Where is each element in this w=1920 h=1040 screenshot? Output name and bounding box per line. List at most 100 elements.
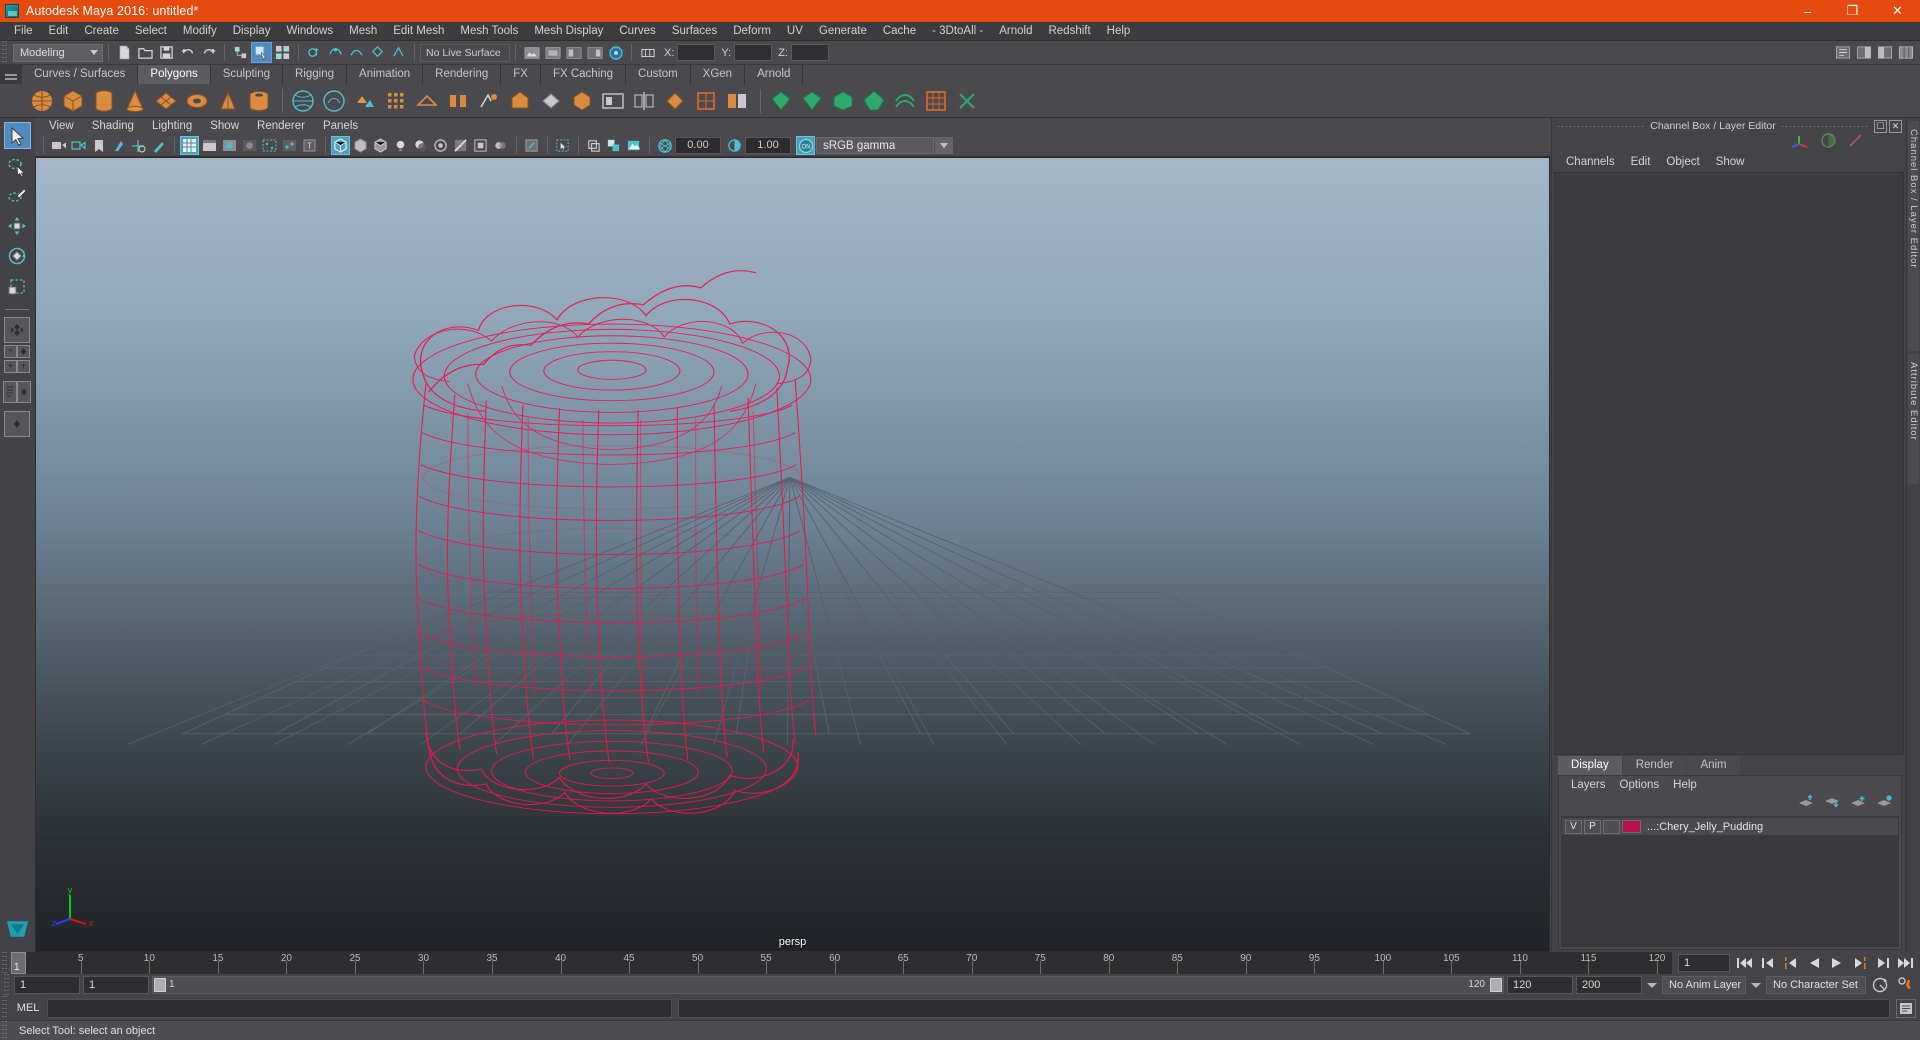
menu-item-file[interactable]: File xyxy=(6,22,41,41)
image-snapshot-icon[interactable] xyxy=(624,136,643,155)
gamma-field[interactable]: 1.00 xyxy=(745,137,791,154)
channel-box-menu-show[interactable]: Show xyxy=(1708,152,1753,172)
snap-to-point-button[interactable] xyxy=(346,42,367,63)
camera-attributes-icon[interactable] xyxy=(69,136,88,155)
poly-cone-icon[interactable] xyxy=(121,87,148,114)
live-surface-field[interactable]: No Live Surface xyxy=(420,43,510,62)
move-layer-down-icon[interactable] xyxy=(1824,795,1841,813)
menu-item-surfaces[interactable]: Surfaces xyxy=(664,22,725,41)
menu-item-modify[interactable]: Modify xyxy=(175,22,225,41)
shelf-tab-xgen[interactable]: XGen xyxy=(690,65,746,84)
render-view-button[interactable] xyxy=(521,42,542,63)
close-icon[interactable]: ✕ xyxy=(1889,119,1902,133)
menu-item-select[interactable]: Select xyxy=(127,22,175,41)
layer-playback-toggle[interactable]: P xyxy=(1584,819,1601,834)
select-by-object-type-button[interactable] xyxy=(251,42,272,63)
extrude-icon[interactable] xyxy=(475,87,502,114)
snap-to-curve-button[interactable] xyxy=(325,42,346,63)
redo-button[interactable] xyxy=(198,42,219,63)
character-set-selector[interactable]: No Character Set xyxy=(1766,976,1866,994)
shelf-tab-custom[interactable]: Custom xyxy=(626,65,691,84)
render-globals-button[interactable] xyxy=(605,42,626,63)
grease-pencil-icon[interactable] xyxy=(149,136,168,155)
smooth-shade-all-icon[interactable] xyxy=(351,136,370,155)
viewport-menu-renderer[interactable]: Renderer xyxy=(248,118,314,135)
layer-menu-help[interactable]: Help xyxy=(1666,776,1704,794)
undo-button[interactable] xyxy=(177,42,198,63)
gamma-icon[interactable] xyxy=(725,136,744,155)
go-to-end-icon[interactable] xyxy=(1896,954,1915,972)
maximize-button[interactable]: ❐ xyxy=(1830,0,1875,22)
show-tool-settings-button[interactable] xyxy=(1874,42,1895,63)
motion-blur-icon[interactable] xyxy=(491,136,510,155)
toggle-transform-fields-button[interactable] xyxy=(637,42,658,63)
irpr-render-button[interactable] xyxy=(542,42,563,63)
bookmark-icon[interactable] xyxy=(89,136,108,155)
paint-select-tool-button[interactable] xyxy=(4,182,31,209)
new-layer-from-selected-icon[interactable] xyxy=(1876,795,1893,813)
uv-editor-icon[interactable] xyxy=(922,87,949,114)
snap-to-view-planes-button[interactable] xyxy=(388,42,409,63)
screen-space-ao-icon[interactable] xyxy=(471,136,490,155)
shelf-tab-polygons[interactable]: Polygons xyxy=(138,65,211,84)
select-tool-button[interactable] xyxy=(3,122,31,149)
shelf-tab-sculpting[interactable]: Sculpting xyxy=(210,65,284,84)
xray-icon[interactable] xyxy=(260,136,279,155)
coord-x-field[interactable] xyxy=(677,44,716,61)
current-time-indicator[interactable]: 1 xyxy=(11,952,26,974)
persp-graph-layout-button[interactable]: + xyxy=(4,360,17,373)
step-back-frame-icon[interactable] xyxy=(1781,954,1800,972)
color-management-selector[interactable]: sRGB gamma xyxy=(816,137,934,154)
viewport-menu-lighting[interactable]: Lighting xyxy=(143,118,201,135)
hypershade-persp-layout-button[interactable] xyxy=(4,411,30,437)
select-by-hierarchy-button[interactable] xyxy=(230,42,251,63)
wireframe-shading-icon[interactable] xyxy=(331,136,350,155)
channel-box-menu-object[interactable]: Object xyxy=(1658,152,1707,172)
uv-cylindrical-icon[interactable] xyxy=(798,87,825,114)
poly-torus-icon[interactable] xyxy=(183,87,210,114)
anim-end-time-field[interactable]: 200 xyxy=(1576,976,1642,994)
resolution-gate-icon[interactable] xyxy=(220,136,239,155)
shelf-tab-curves-surfaces[interactable]: Curves / Surfaces xyxy=(22,65,139,84)
scale-tool-button[interactable] xyxy=(4,272,31,299)
uv-planar-icon[interactable] xyxy=(767,87,794,114)
transform-axis-icon[interactable] xyxy=(1790,133,1810,154)
menu-item-edit[interactable]: Edit xyxy=(41,22,77,41)
undock-icon[interactable]: ☐ xyxy=(1874,119,1887,133)
uv-unfold-icon[interactable] xyxy=(891,87,918,114)
shelf-tab-fx-caching[interactable]: FX Caching xyxy=(540,65,627,84)
current-frame-field[interactable]: 1 xyxy=(1678,954,1730,972)
layer-list[interactable]: V P ...:Chery_Jelly_Pudding xyxy=(1561,816,1899,947)
rangeslider-grip[interactable] xyxy=(2,974,11,996)
exposure-icon[interactable] xyxy=(655,136,674,155)
helpline-grip[interactable] xyxy=(0,1021,9,1040)
shelf-tab-fx[interactable]: FX xyxy=(501,65,541,84)
exposure-field[interactable]: 0.00 xyxy=(675,137,721,154)
vertical-tab-attribute-editor[interactable]: Attribute Editor xyxy=(1908,354,1919,484)
lighting-all-icon[interactable] xyxy=(391,136,410,155)
boolean-icon[interactable] xyxy=(661,87,688,114)
menu-set-selector[interactable]: Modeling xyxy=(13,43,103,62)
sculpt-tool-icon[interactable] xyxy=(599,87,626,114)
viewport-menu-show[interactable]: Show xyxy=(201,118,248,135)
auto-keyframe-icon[interactable] xyxy=(1869,976,1891,994)
select-by-component-type-button[interactable] xyxy=(272,42,293,63)
menu-item-mesh-display[interactable]: Mesh Display xyxy=(526,22,611,41)
xray-bounds-icon[interactable] xyxy=(584,136,603,155)
layer-shading-toggle[interactable] xyxy=(1603,819,1620,834)
anim-layer-selector[interactable]: No Anim Layer xyxy=(1662,976,1746,994)
move-layer-up-icon[interactable] xyxy=(1798,794,1815,813)
step-forward-keyframe-icon[interactable] xyxy=(1873,954,1892,972)
poly-cube-icon[interactable] xyxy=(59,87,86,114)
batch-render-button[interactable] xyxy=(563,42,584,63)
color-management-toggle-icon[interactable]: ON xyxy=(796,136,815,155)
append-polygon-icon[interactable] xyxy=(537,87,564,114)
menu-item-deform[interactable]: Deform xyxy=(725,22,779,41)
poly-pipe-icon[interactable] xyxy=(245,87,272,114)
uv-cut-icon[interactable] xyxy=(953,87,980,114)
poly-plane-icon[interactable] xyxy=(152,87,179,114)
lasso-select-tool-button[interactable] xyxy=(4,152,31,179)
snap-to-projected-center-button[interactable] xyxy=(367,42,388,63)
close-button[interactable]: ✕ xyxy=(1875,0,1920,22)
viewport-menu-panels[interactable]: Panels xyxy=(314,118,367,135)
